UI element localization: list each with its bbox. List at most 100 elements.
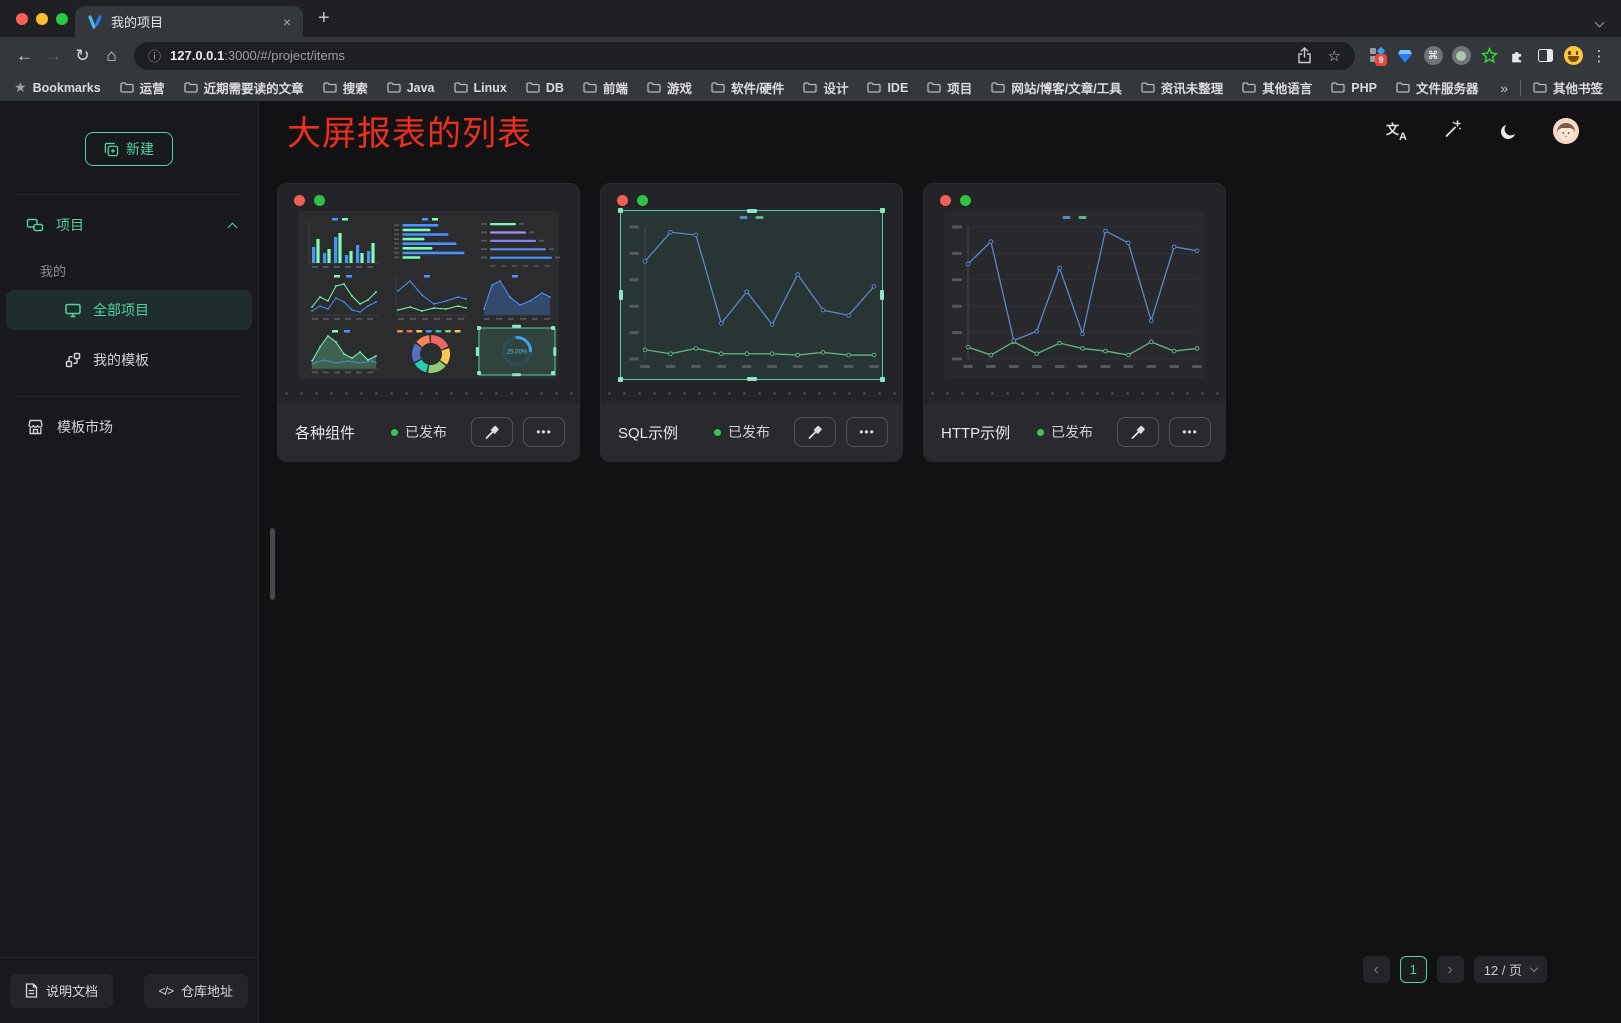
card-status: 已发布 [714,422,770,442]
bookmark-folder[interactable]: 文件服务器 [1396,78,1479,97]
hammer-icon [484,424,500,440]
dark-mode-moon-icon[interactable] [1500,123,1516,139]
close-window-button[interactable] [16,13,28,25]
bookmark-folder[interactable]: PHP [1331,78,1377,97]
template-blocks-icon [64,351,82,369]
home-button[interactable]: ⌂ [97,46,126,66]
project-card: HTTP示例 已发布 ••• [923,183,1226,462]
edit-project-button[interactable] [471,417,513,447]
forward-button[interactable]: → [39,46,68,66]
bookmarks-bar: ★ Bookmarks 运营近期需要读的文章搜索 Java Linux DB 前端游戏软… [0,74,1621,102]
extension-record-icon[interactable] [1447,42,1475,70]
bookmark-folder[interactable]: Linux [454,78,507,97]
extension-green-star-icon[interactable] [1475,42,1503,70]
bookmarks-overflow-icon[interactable]: » [1500,80,1508,96]
project-preview-selected[interactable] [621,211,882,379]
extensions-puzzle-icon[interactable] [1503,42,1531,70]
more-actions-button[interactable]: ••• [846,417,888,447]
sidebar-item-my-templates[interactable]: 我的模板 [6,340,252,380]
site-info-icon[interactable]: ⓘ [148,46,161,65]
main-content: 大屏报表的列表 文A [259,102,1621,1023]
content-scrollbar-thumb[interactable] [270,528,275,600]
docs-button[interactable]: 说明文档 [10,974,113,1008]
bookmark-folder[interactable]: 设计 [803,78,848,97]
sidebar-item-template-market[interactable]: 模板市场 [0,405,258,449]
project-preview[interactable]: 25.00% [298,211,559,379]
url-text: 127.0.0.1:3000/#/project/items [170,48,345,63]
share-icon[interactable] [1297,47,1312,64]
bookmark-folder[interactable]: 其他语言 [1242,78,1312,97]
bookmarks-folders: 运营近期需要读的文章搜索 Java Linux DB 前端游戏软件/硬件设计 IDE 项目网… [120,78,1498,97]
reload-button[interactable]: ↻ [68,46,97,66]
bookmarks-right: » 其他书签 [1500,78,1607,97]
other-bookmarks-folder[interactable]: 其他书签 [1533,78,1603,97]
card-decoration-dots [294,195,325,206]
sidebar-section-project[interactable]: 项目 [0,203,258,247]
browser-toolbar: ← → ↻ ⌂ ⓘ 127.0.0.1:3000/#/project/items… [0,37,1621,74]
side-panel-icon[interactable] [1531,42,1559,70]
edit-project-button[interactable] [1117,417,1159,447]
minimize-window-button[interactable] [36,13,48,25]
bookmark-star-icon[interactable]: ☆ [1328,47,1341,65]
more-actions-button[interactable]: ••• [523,417,565,447]
bookmark-folder[interactable]: 搜索 [323,78,368,97]
card-dotted-row [607,379,896,404]
new-tab-button[interactable]: + [318,7,330,29]
monitor-icon [64,301,82,319]
next-page-button[interactable]: › [1437,956,1464,983]
tab-search-chevron-icon[interactable] [1596,13,1603,31]
bookmark-folder[interactable]: IDE [867,78,908,97]
back-button[interactable]: ← [10,46,39,66]
browser-window: 我的项目 × + ← → ↻ ⌂ ⓘ 127.0.0.1:3000/#/proj… [0,0,1621,1023]
magic-wand-icon[interactable] [1443,119,1463,144]
extension-emoji-icon[interactable] [1559,42,1587,70]
current-page-button[interactable]: 1 [1400,956,1427,983]
document-icon [25,983,38,998]
address-bar[interactable]: ⓘ 127.0.0.1:3000/#/project/items ☆ [134,42,1355,70]
card-title: HTTP示例 [941,422,1010,443]
bookmark-folder[interactable]: 近期需要读的文章 [184,78,304,97]
extension-grid-icon[interactable]: 9 [1363,42,1391,70]
bookmark-folder[interactable]: 资讯未整理 [1141,78,1224,97]
card-footer: 各种组件 已发布 ••• [278,404,579,461]
browser-tab[interactable]: 我的项目 × [75,6,303,37]
user-avatar[interactable] [1553,118,1579,144]
card-decoration-dots [617,195,648,206]
repo-button[interactable]: </> 仓库地址 [144,974,248,1008]
sidebar-divider [16,396,242,397]
zoom-window-button[interactable] [56,13,68,25]
extension-command-icon[interactable]: ⌘ [1419,42,1447,70]
bookmark-folder[interactable]: DB [526,78,564,97]
language-translate-icon[interactable]: 文A [1386,121,1406,141]
new-project-button[interactable]: 新建 [85,132,173,166]
bookmarks-star-icon: ★ [14,79,27,96]
project-cards: 25.00% 各种组件 已发布 ••• [277,183,1226,462]
tab-close-icon[interactable]: × [283,14,291,30]
sidebar-item-all-projects[interactable]: 全部项目 [6,290,252,330]
extension-gem-icon[interactable] [1391,42,1419,70]
sidebar: 新建 项目 我的 全部项目 [0,102,259,1023]
bookmarks-root-folder[interactable]: ★ Bookmarks [14,79,101,96]
bookmark-folder[interactable]: 软件/硬件 [711,78,784,97]
card-status: 已发布 [391,422,447,442]
bookmark-folder[interactable]: 项目 [927,78,972,97]
bookmark-folder[interactable]: 游戏 [647,78,692,97]
bookmark-folder[interactable]: Java [387,78,435,97]
more-actions-button[interactable]: ••• [1169,417,1211,447]
bookmark-folder[interactable]: 前端 [583,78,628,97]
traffic-lights [16,13,68,25]
store-icon [26,418,45,436]
edit-project-button[interactable] [794,417,836,447]
tab-title: 我的项目 [111,12,275,31]
bookmark-folder[interactable]: 网站/博客/文章/工具 [991,78,1121,97]
bookmark-folder[interactable]: 运营 [120,78,165,97]
project-card: SQL示例 已发布 ••• [600,183,903,462]
card-dotted-row [284,379,573,404]
page-size-select[interactable]: 12 / 页 [1474,956,1547,983]
browser-menu-icon[interactable]: ⋮ [1587,47,1611,65]
bookmarks-divider [1520,80,1521,96]
prev-page-button[interactable]: ‹ [1363,956,1390,983]
extension-badge: 9 [1375,54,1386,66]
project-preview[interactable] [944,211,1205,379]
mini-charts-thumbnail: 25.00% [298,211,561,379]
